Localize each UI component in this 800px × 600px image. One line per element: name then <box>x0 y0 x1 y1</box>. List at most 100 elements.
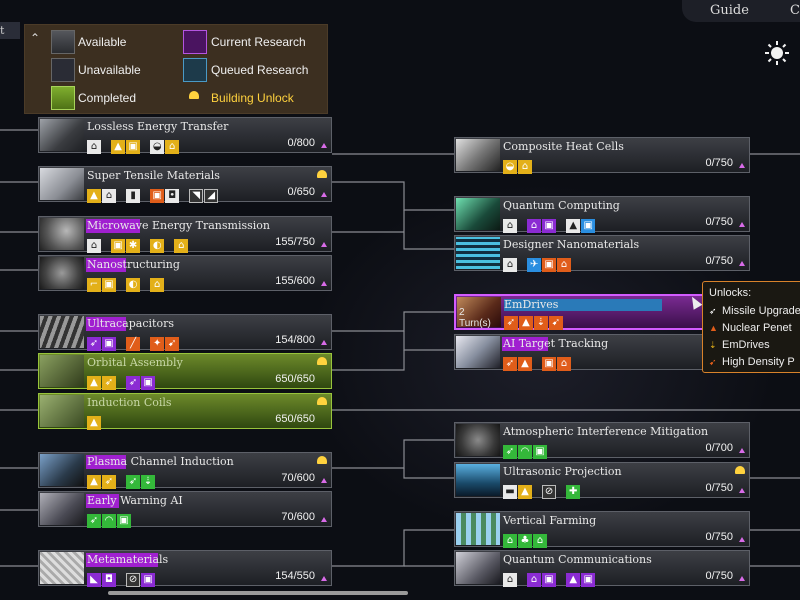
weapon-icon[interactable]: ▣ <box>102 337 116 351</box>
factory-icon[interactable]: ⌂ <box>503 573 517 587</box>
armor-icon[interactable]: ◢ <box>204 189 219 203</box>
tech-card-designer-nanomaterials[interactable]: Designer Nanomaterials ⌂ ✈ ▣ ⌂ 0/750 <box>454 235 750 272</box>
building-icon[interactable]: ▲ <box>87 376 101 390</box>
weapon-icon[interactable]: ▣ <box>117 514 131 528</box>
cargo-icon[interactable]: ▣ <box>102 278 116 292</box>
tech-card-early-warning-ai[interactable]: Early Warning AI ➶ ◠ ▣ 70/600 <box>38 491 332 528</box>
cargo-icon[interactable]: ▣ <box>141 573 156 587</box>
tech-card-microwave-energy-transmission[interactable]: Microwave Energy Transmission ⌂ ▣ ✱ ◐ ⌂ 1… <box>38 216 332 253</box>
sun-icon[interactable] <box>764 40 790 66</box>
building-icon[interactable]: ▲ <box>87 189 101 203</box>
building-icon[interactable]: ▲ <box>87 416 101 430</box>
tech-card-atmospheric-interference-mitigation[interactable]: Atmospheric Interference Mitigation ➶ ◠ ▣ … <box>454 422 750 459</box>
chip-icon[interactable]: ▣ <box>126 140 141 154</box>
tech-card-orbital-assembly[interactable]: Orbital Assembly ▲ ➶ ➶ ▣ 650/650 <box>38 353 332 390</box>
gear-icon[interactable]: ✱ <box>126 239 141 253</box>
cargo-icon[interactable]: ▣ <box>542 219 557 233</box>
ship-icon[interactable]: ▲ <box>519 316 533 330</box>
building-icon[interactable]: ▲ <box>111 140 126 154</box>
factory-icon[interactable]: ⌂ <box>102 189 116 203</box>
farm-icon[interactable]: ⌂ <box>503 534 517 548</box>
lab-icon[interactable]: ⌂ <box>527 573 542 587</box>
medical-icon[interactable]: ✚ <box>566 485 581 499</box>
cargo-icon[interactable]: ▣ <box>150 189 165 203</box>
rocket-icon[interactable]: ➹ <box>549 316 563 330</box>
dome-icon[interactable]: ◒ <box>150 140 165 154</box>
missile-icon[interactable]: ➶ <box>87 337 101 351</box>
station-icon[interactable]: ◘ <box>165 189 180 203</box>
missile-icon[interactable]: ➶ <box>102 376 116 390</box>
satellite-icon[interactable]: ▣ <box>581 573 596 587</box>
transport-icon[interactable]: ▬ <box>503 485 517 499</box>
energy-icon[interactable]: ⇣ <box>534 316 548 330</box>
guide-button[interactable]: Guide <box>710 3 749 18</box>
planet-icon[interactable]: ◐ <box>126 278 141 292</box>
horizontal-scrollbar[interactable] <box>108 591 408 595</box>
tech-card-ultrasonic-projection[interactable]: Ultrasonic Projection ▬ ▲ ⊘ ✚ 0/750 <box>454 462 750 499</box>
missile-icon[interactable]: ➶ <box>503 357 517 371</box>
tech-card-vertical-farming[interactable]: Vertical Farming ⌂ ♣ ⌂ 0/750 <box>454 511 750 548</box>
house-icon[interactable]: ⌂ <box>174 239 189 253</box>
cargo-icon[interactable]: ▣ <box>542 258 557 272</box>
building-icon[interactable]: ▲ <box>87 475 101 489</box>
house-icon[interactable]: ⌂ <box>518 160 532 174</box>
ship-icon[interactable]: ▲ <box>566 573 581 587</box>
tech-card-plasma-channel-induction[interactable]: Plasma Channel Induction ▲ ➶ ➶ ⇣ 70/600 <box>38 452 332 489</box>
house-icon[interactable]: ⌂ <box>557 258 572 272</box>
missile-icon[interactable]: ➶ <box>504 316 518 330</box>
lab-icon[interactable]: ⌐ <box>87 278 101 292</box>
house-icon[interactable]: ⌂ <box>533 534 547 548</box>
turret-icon[interactable]: ▲ <box>518 357 532 371</box>
house-icon[interactable]: ⌂ <box>557 357 572 371</box>
missile-icon[interactable]: ➶ <box>102 475 116 489</box>
tech-card-super-tensile-materials[interactable]: Super Tensile Materials ▲ ⌂ ▮ ▣ ◘ ◥ ◢ 0/650 <box>38 166 332 203</box>
missile-icon[interactable]: ➶ <box>503 445 517 459</box>
hull-icon[interactable]: ◣ <box>87 573 101 587</box>
tech-card-composite-heat-cells[interactable]: Composite Heat Cells ◒ ⌂ 0/750 <box>454 137 750 174</box>
energy-icon[interactable]: ⇣ <box>141 475 156 489</box>
collapse-legend-icon[interactable]: ⌃ <box>30 31 44 45</box>
tech-card-lossless-energy-transfer[interactable]: Lossless Energy Transfer ⌂ ▲ ▣ ◒ ⌂ 0/800 <box>38 117 332 154</box>
cannon-icon[interactable]: ✦ <box>150 337 165 351</box>
compass-icon[interactable]: ⊘ <box>542 485 557 499</box>
rocket-icon[interactable]: ➹ <box>165 337 180 351</box>
missile-icon[interactable]: ➶ <box>126 475 141 489</box>
slash-icon[interactable]: ╱ <box>126 337 141 351</box>
ship-hull-icon[interactable]: ◥ <box>189 189 204 203</box>
factory-icon[interactable]: ⌂ <box>87 140 101 154</box>
tower-icon[interactable]: ▮ <box>126 189 141 203</box>
plant-icon[interactable]: ♣ <box>518 534 532 548</box>
tech-title: Composite Heat Cells <box>503 140 624 153</box>
drone-icon[interactable]: ✈ <box>527 258 542 272</box>
lab-icon[interactable]: ⌂ <box>527 219 542 233</box>
tech-card-metamaterials[interactable]: Metamaterials ◣ ◘ ⊘ ▣ 154/550 <box>38 550 332 587</box>
factory-icon[interactable]: ⌂ <box>503 258 517 272</box>
factory-icon[interactable]: ⌂ <box>87 239 101 253</box>
missile-icon[interactable]: ➶ <box>87 514 101 528</box>
weapon-icon[interactable]: ▣ <box>533 445 547 459</box>
planet-icon[interactable]: ◐ <box>150 239 165 253</box>
cargo-icon[interactable]: ▣ <box>542 573 557 587</box>
factory-icon[interactable]: ⌂ <box>503 219 517 233</box>
tech-card-nanostructuring[interactable]: Nanostructuring ⌐ ▣ ◐ ⌂ 155/600 <box>38 255 332 292</box>
tech-card-quantum-computing[interactable]: Quantum Computing ⌂ ⌂ ▣ ▲ ▣ 0/750 <box>454 196 750 233</box>
house-icon[interactable]: ⌂ <box>150 278 165 292</box>
building-icon[interactable]: ▲ <box>518 485 532 499</box>
left-edge-tab[interactable]: t <box>0 22 20 39</box>
ship-icon[interactable]: ▲ <box>566 219 581 233</box>
cargo-icon[interactable]: ▣ <box>542 357 557 371</box>
compass-icon[interactable]: ⊘ <box>126 573 141 587</box>
dome-icon[interactable]: ◒ <box>503 160 517 174</box>
house-icon[interactable]: ⌂ <box>165 140 180 154</box>
tech-card-ultracapacitors[interactable]: Ultracapacitors ➶ ▣ ╱ ✦ ➹ 154/800 <box>38 314 332 351</box>
satellite-icon[interactable]: ▣ <box>581 219 596 233</box>
tech-card-quantum-communications[interactable]: Quantum Communications ⌂ ⌂ ▣ ▲ ▣ 0/750 <box>454 550 750 587</box>
weapon-icon[interactable]: ▣ <box>141 376 156 390</box>
shield-icon[interactable]: ◘ <box>102 573 116 587</box>
cargo-icon[interactable]: ▣ <box>111 239 126 253</box>
missile-icon[interactable]: ➶ <box>126 376 141 390</box>
radar-icon[interactable]: ◠ <box>518 445 532 459</box>
radar-icon[interactable]: ◠ <box>102 514 116 528</box>
partial-nav-button[interactable]: C <box>790 3 800 18</box>
tech-card-induction-coils[interactable]: Induction Coils ▲ 650/650 <box>38 393 332 430</box>
